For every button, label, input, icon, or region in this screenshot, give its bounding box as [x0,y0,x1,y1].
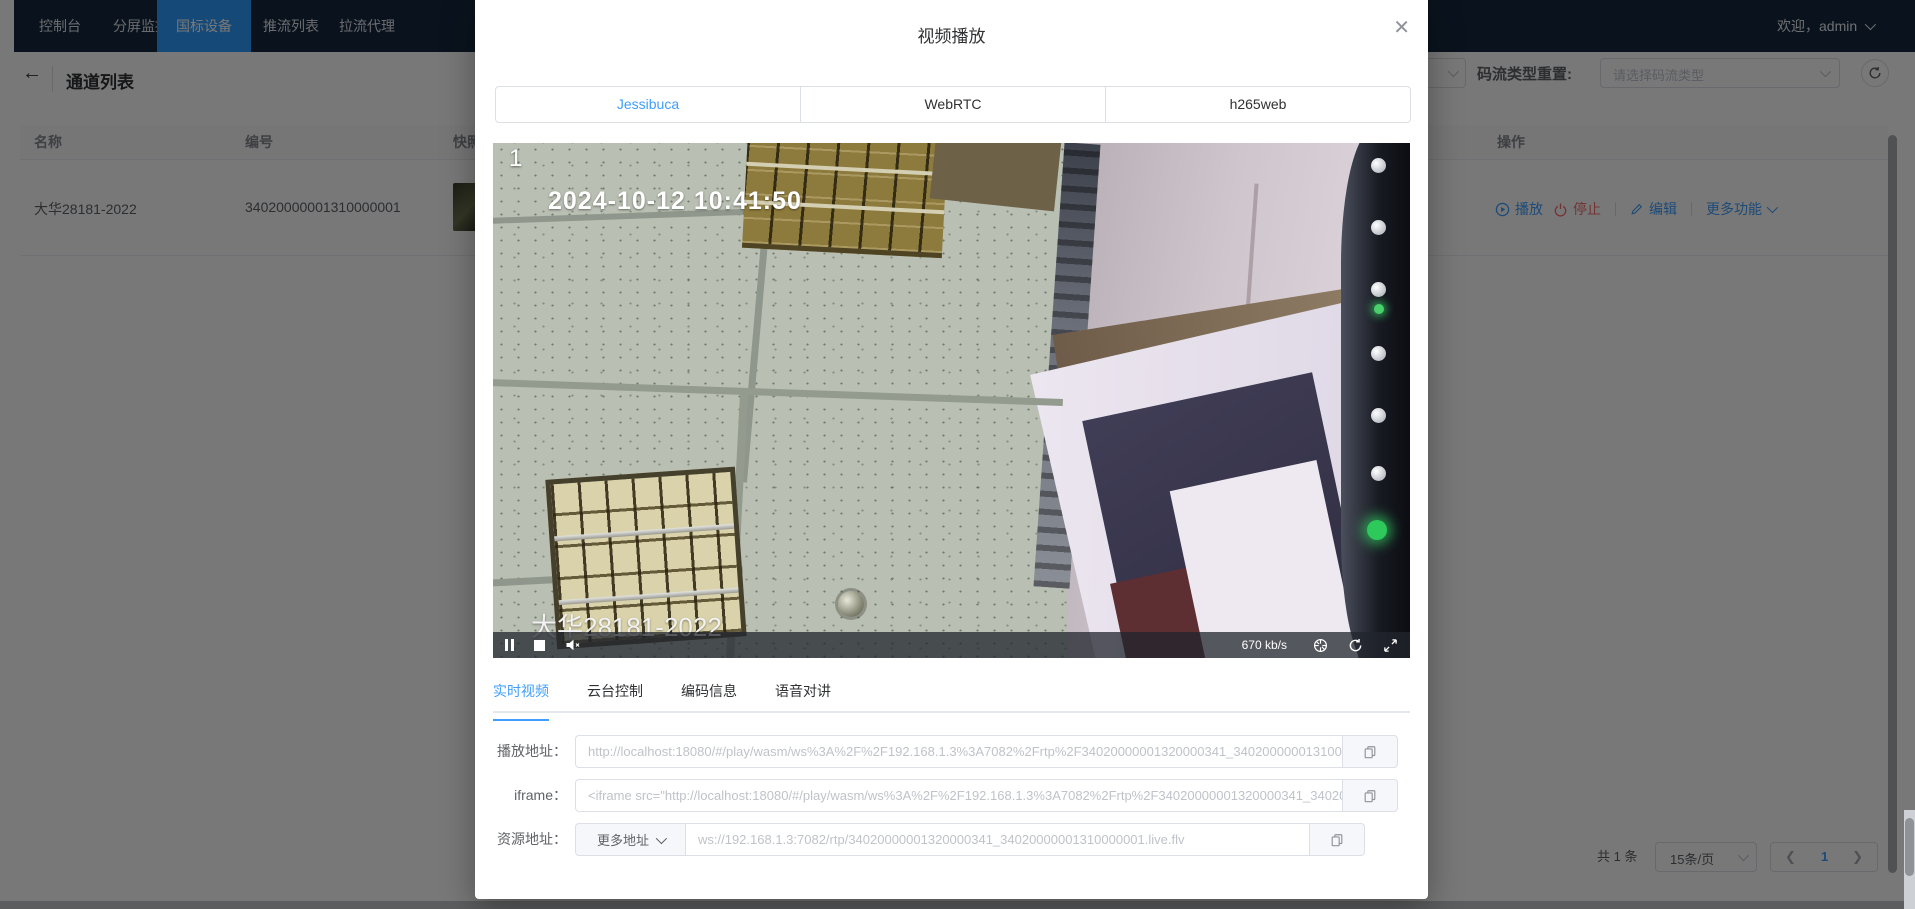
resource-address-row: 资源地址： 更多地址 ws://192.168.1.3:7082/rtp/340… [493,823,1410,856]
scene-button-panel [1341,143,1410,658]
copy-play-address-button[interactable] [1343,735,1398,768]
panel-button [1371,466,1386,481]
tab-jessibuca[interactable]: Jessibuca [496,87,801,122]
tab-live-video[interactable]: 实时视频 [493,679,549,711]
panel-button [1371,220,1386,235]
screen: 控制台 分屏监控 国标设备 推流列表 拉流代理 欢迎，admin ← 通道列表 … [0,0,1915,909]
play-address-label: 播放地址： [493,735,567,768]
panel-button [1371,282,1386,297]
copy-icon [1363,745,1377,759]
scene-lamp-tube [559,588,739,606]
scene-lamp-tube [554,524,734,542]
copy-resource-address-button[interactable] [1310,823,1365,856]
player-engine-tabs: Jessibuca WebRTC h265web [495,86,1411,123]
video-channel-number-overlay: 1 [509,145,522,173]
copy-icon [1363,789,1377,803]
video-player[interactable]: 1 2024-10-12 10:41:50 大华28181-2022 670 k… [493,143,1410,658]
iframe-label: iframe： [493,779,567,812]
panel-led-green-large [1367,520,1387,540]
iframe-input[interactable]: <iframe src="http://localhost:18080/#/pl… [575,779,1343,812]
stream-info-tabs: 实时视频 云台控制 编码信息 语音对讲 [493,679,1410,713]
tab-encoding-info[interactable]: 编码信息 [681,679,737,711]
scene-ceiling-detector [838,591,864,617]
video-timestamp-overlay: 2024-10-12 10:41:50 [548,187,802,216]
scene-lamp-tube [746,162,946,176]
play-address-input[interactable]: http://localhost:18080/#/play/wasm/ws%3A… [575,735,1343,768]
copy-iframe-button[interactable] [1343,779,1398,812]
tab-ptz-control[interactable]: 云台控制 [587,679,643,711]
tab-h265web[interactable]: h265web [1106,87,1410,122]
iframe-row: iframe： <iframe src="http://localhost:18… [493,779,1410,812]
resource-address-input[interactable]: ws://192.168.1.3:7082/rtp/34020000001320… [685,823,1310,856]
close-icon[interactable]: ✕ [1393,18,1410,38]
panel-button [1371,346,1386,361]
tab-webrtc[interactable]: WebRTC [801,87,1106,122]
video-play-modal: 视频播放 ✕ Jessibuca WebRTC h265web [475,0,1428,899]
panel-button [1371,158,1386,173]
player-control-bar: 670 kb/s [493,632,1410,658]
panel-led-green [1374,304,1384,314]
copy-icon [1330,833,1344,847]
reload-stream-icon[interactable] [1348,638,1363,653]
more-addresses-button[interactable]: 更多地址 [575,823,685,856]
tab-audio-talk[interactable]: 语音对讲 [775,679,831,711]
fullscreen-icon[interactable] [1383,638,1398,653]
panel-button [1371,408,1386,423]
chevron-down-icon [656,832,667,843]
play-address-row: 播放地址： http://localhost:18080/#/play/wasm… [493,735,1410,768]
browser-scrollbar-thumb[interactable] [1905,818,1914,876]
settings-aperture-icon[interactable] [1313,638,1328,653]
bitrate-text: 670 kb/s [1242,638,1287,652]
pause-button[interactable] [505,639,514,651]
stop-button[interactable] [534,640,545,651]
modal-title: 视频播放 [475,22,1428,47]
resource-address-label: 资源地址： [493,823,567,856]
volume-muted-icon[interactable] [565,638,581,652]
